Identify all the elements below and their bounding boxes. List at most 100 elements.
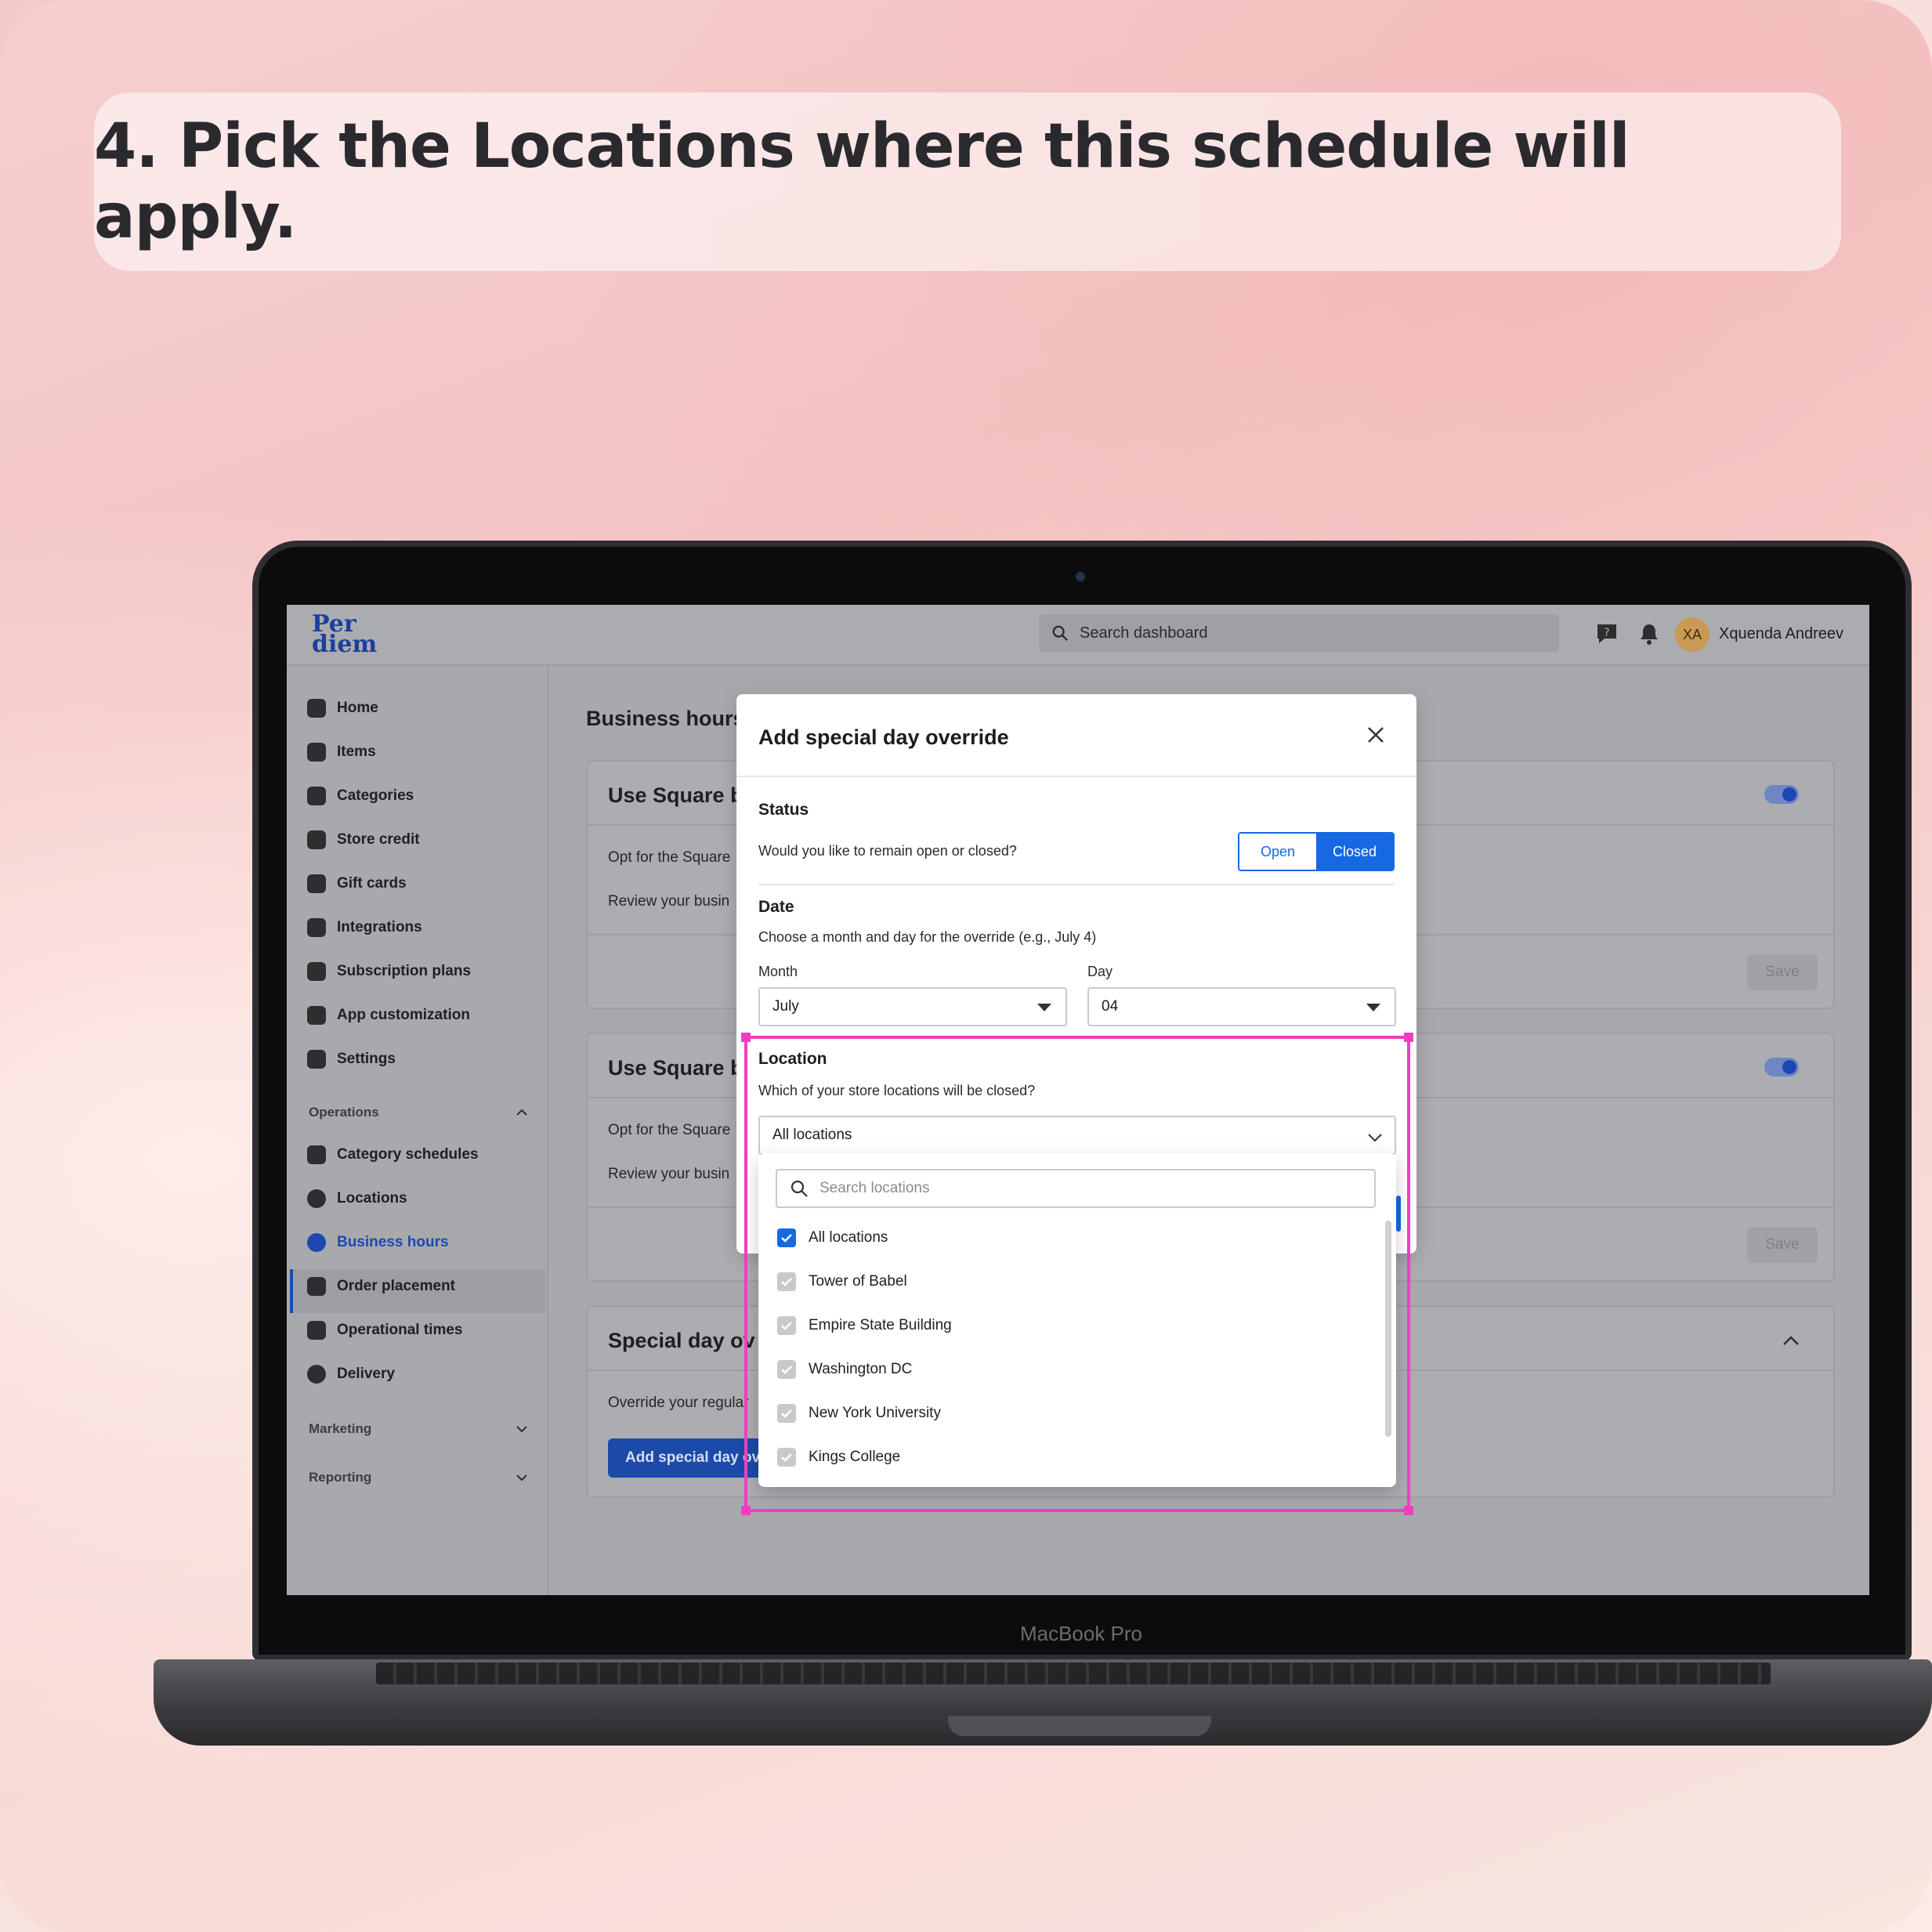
gear-icon bbox=[307, 1050, 326, 1069]
month-select[interactable]: July bbox=[758, 987, 1067, 1026]
background-frame: 4. Pick the Locations where this schedul… bbox=[0, 0, 1932, 1932]
close-icon[interactable] bbox=[1365, 724, 1387, 746]
toggle-switch[interactable] bbox=[1764, 785, 1799, 804]
sidebar-item-category-schedules[interactable]: Category schedules bbox=[307, 1139, 479, 1170]
sidebar-group-reporting[interactable]: Reporting bbox=[309, 1470, 371, 1485]
bookmark-icon bbox=[307, 1145, 326, 1164]
highlight-corner bbox=[741, 1506, 751, 1515]
chevron-up-icon[interactable] bbox=[1780, 1330, 1802, 1352]
sidebar-item-gift-cards[interactable]: Gift cards bbox=[307, 868, 407, 899]
toggle-switch[interactable] bbox=[1764, 1058, 1799, 1076]
card-text: Opt for the Square bbox=[608, 1122, 731, 1138]
calendar-icon bbox=[307, 1321, 326, 1340]
list-icon bbox=[307, 743, 326, 762]
divider bbox=[736, 776, 1416, 777]
sidebar-group-marketing[interactable]: Marketing bbox=[309, 1421, 371, 1437]
highlight-corner bbox=[741, 1033, 751, 1042]
sidebar-item-label: Delivery bbox=[337, 1366, 395, 1382]
modal-title: Add special day override bbox=[758, 725, 1009, 749]
caption-card: 4. Pick the Locations where this schedul… bbox=[94, 92, 1841, 271]
search-placeholder: Search dashboard bbox=[1080, 624, 1208, 642]
sidebar-item-subscription-plans[interactable]: Subscription plans bbox=[307, 956, 471, 987]
sidebar-item-label: Store credit bbox=[337, 831, 420, 848]
month-value: July bbox=[772, 998, 799, 1015]
avatar[interactable]: XA bbox=[1675, 617, 1709, 652]
status-toggle: Open Closed bbox=[1238, 832, 1395, 871]
screen: Per diem Search dashboard ? XA Xquenda A… bbox=[287, 605, 1869, 1595]
highlight-corner bbox=[1404, 1033, 1413, 1042]
card-text: Review your busin bbox=[608, 1166, 730, 1182]
sidebar-item-label: Locations bbox=[337, 1190, 407, 1207]
subscription-icon bbox=[307, 962, 326, 981]
day-value: 04 bbox=[1102, 998, 1119, 1015]
sidebar-item-label: Operational times bbox=[337, 1322, 463, 1338]
logo-line-2: diem bbox=[312, 631, 378, 658]
sidebar-item-label: Categories bbox=[337, 787, 414, 804]
highlight-box bbox=[741, 1033, 1413, 1515]
status-question: Would you like to remain open or closed? bbox=[758, 843, 1017, 859]
sidebar: Home Items Categories Store credit Gift … bbox=[287, 666, 548, 1595]
gift-icon bbox=[307, 874, 326, 893]
sidebar-item-delivery[interactable]: Delivery bbox=[307, 1359, 395, 1390]
caret-down-icon bbox=[1037, 1004, 1051, 1011]
caption-text: 4. Pick the Locations where this schedul… bbox=[94, 111, 1630, 252]
chat-help-icon[interactable]: ? bbox=[1594, 620, 1620, 647]
chevron-down-icon[interactable] bbox=[514, 1421, 530, 1437]
search-dashboard-input[interactable]: Search dashboard bbox=[1039, 614, 1559, 652]
date-help: Choose a month and day for the override … bbox=[758, 929, 1097, 945]
month-label: Month bbox=[758, 964, 798, 979]
sidebar-item-items[interactable]: Items bbox=[307, 736, 376, 768]
top-bar: Per diem Search dashboard ? XA Xquenda A… bbox=[287, 605, 1869, 666]
save-button[interactable]: Save bbox=[1747, 954, 1818, 990]
card-text: Opt for the Square bbox=[608, 849, 731, 866]
card-title: Use Square b bbox=[608, 783, 743, 807]
sidebar-group-operations[interactable]: Operations bbox=[309, 1105, 379, 1120]
closed-option[interactable]: Closed bbox=[1316, 834, 1393, 870]
sidebar-item-label: Items bbox=[337, 743, 376, 760]
caret-down-icon bbox=[1366, 1004, 1380, 1011]
sidebar-item-locations[interactable]: Locations bbox=[307, 1183, 407, 1214]
sidebar-item-home[interactable]: Home bbox=[307, 693, 378, 724]
day-label: Day bbox=[1087, 964, 1113, 979]
chevron-down-icon[interactable] bbox=[514, 1470, 530, 1485]
sidebar-item-business-hours[interactable]: Business hours bbox=[307, 1227, 449, 1258]
search-icon bbox=[1052, 625, 1068, 641]
bag-icon bbox=[307, 1277, 326, 1296]
bell-icon[interactable] bbox=[1636, 620, 1662, 647]
sidebar-item-label: Category schedules bbox=[337, 1146, 479, 1163]
card-title: Use Square b bbox=[608, 1056, 743, 1080]
sidebar-item-label: Subscription plans bbox=[337, 963, 472, 979]
date-title: Date bbox=[758, 898, 794, 916]
sidebar-item-integrations[interactable]: Integrations bbox=[307, 912, 422, 943]
highlight-corner bbox=[1404, 1506, 1413, 1515]
sidebar-item-label: Integrations bbox=[337, 919, 422, 935]
brush-icon bbox=[307, 1006, 326, 1025]
plug-icon bbox=[307, 918, 326, 937]
camera bbox=[1076, 572, 1085, 581]
chevron-up-icon[interactable] bbox=[514, 1105, 530, 1120]
save-button[interactable]: Save bbox=[1747, 1227, 1818, 1263]
divider bbox=[758, 884, 1395, 885]
sidebar-item-app-customization[interactable]: App customization bbox=[307, 1000, 470, 1031]
open-option[interactable]: Open bbox=[1239, 834, 1316, 870]
home-icon bbox=[307, 699, 326, 718]
sidebar-item-settings[interactable]: Settings bbox=[307, 1044, 396, 1075]
user-name[interactable]: Xquenda Andreev bbox=[1719, 625, 1843, 643]
status-title: Status bbox=[758, 801, 809, 819]
sidebar-item-label: Order placement bbox=[337, 1278, 455, 1294]
sidebar-item-label: Home bbox=[337, 700, 378, 716]
grid-icon bbox=[307, 787, 326, 805]
day-select[interactable]: 04 bbox=[1087, 987, 1396, 1026]
page-title: Business hours bbox=[586, 707, 745, 730]
coin-icon bbox=[307, 830, 326, 849]
card-title: Special day ov bbox=[608, 1329, 755, 1352]
sidebar-item-categories[interactable]: Categories bbox=[307, 780, 414, 812]
sidebar-item-label: App customization bbox=[337, 1007, 470, 1023]
sidebar-item-store-credit[interactable]: Store credit bbox=[307, 824, 420, 856]
sidebar-item-label: Business hours bbox=[337, 1234, 449, 1250]
sidebar-item-order-placement[interactable]: Order placement bbox=[307, 1271, 455, 1302]
perdiem-logo[interactable]: Per diem bbox=[312, 613, 378, 658]
svg-text:?: ? bbox=[1604, 627, 1609, 639]
sidebar-item-operational-times[interactable]: Operational times bbox=[307, 1315, 463, 1346]
keyboard-strip bbox=[376, 1662, 1771, 1684]
